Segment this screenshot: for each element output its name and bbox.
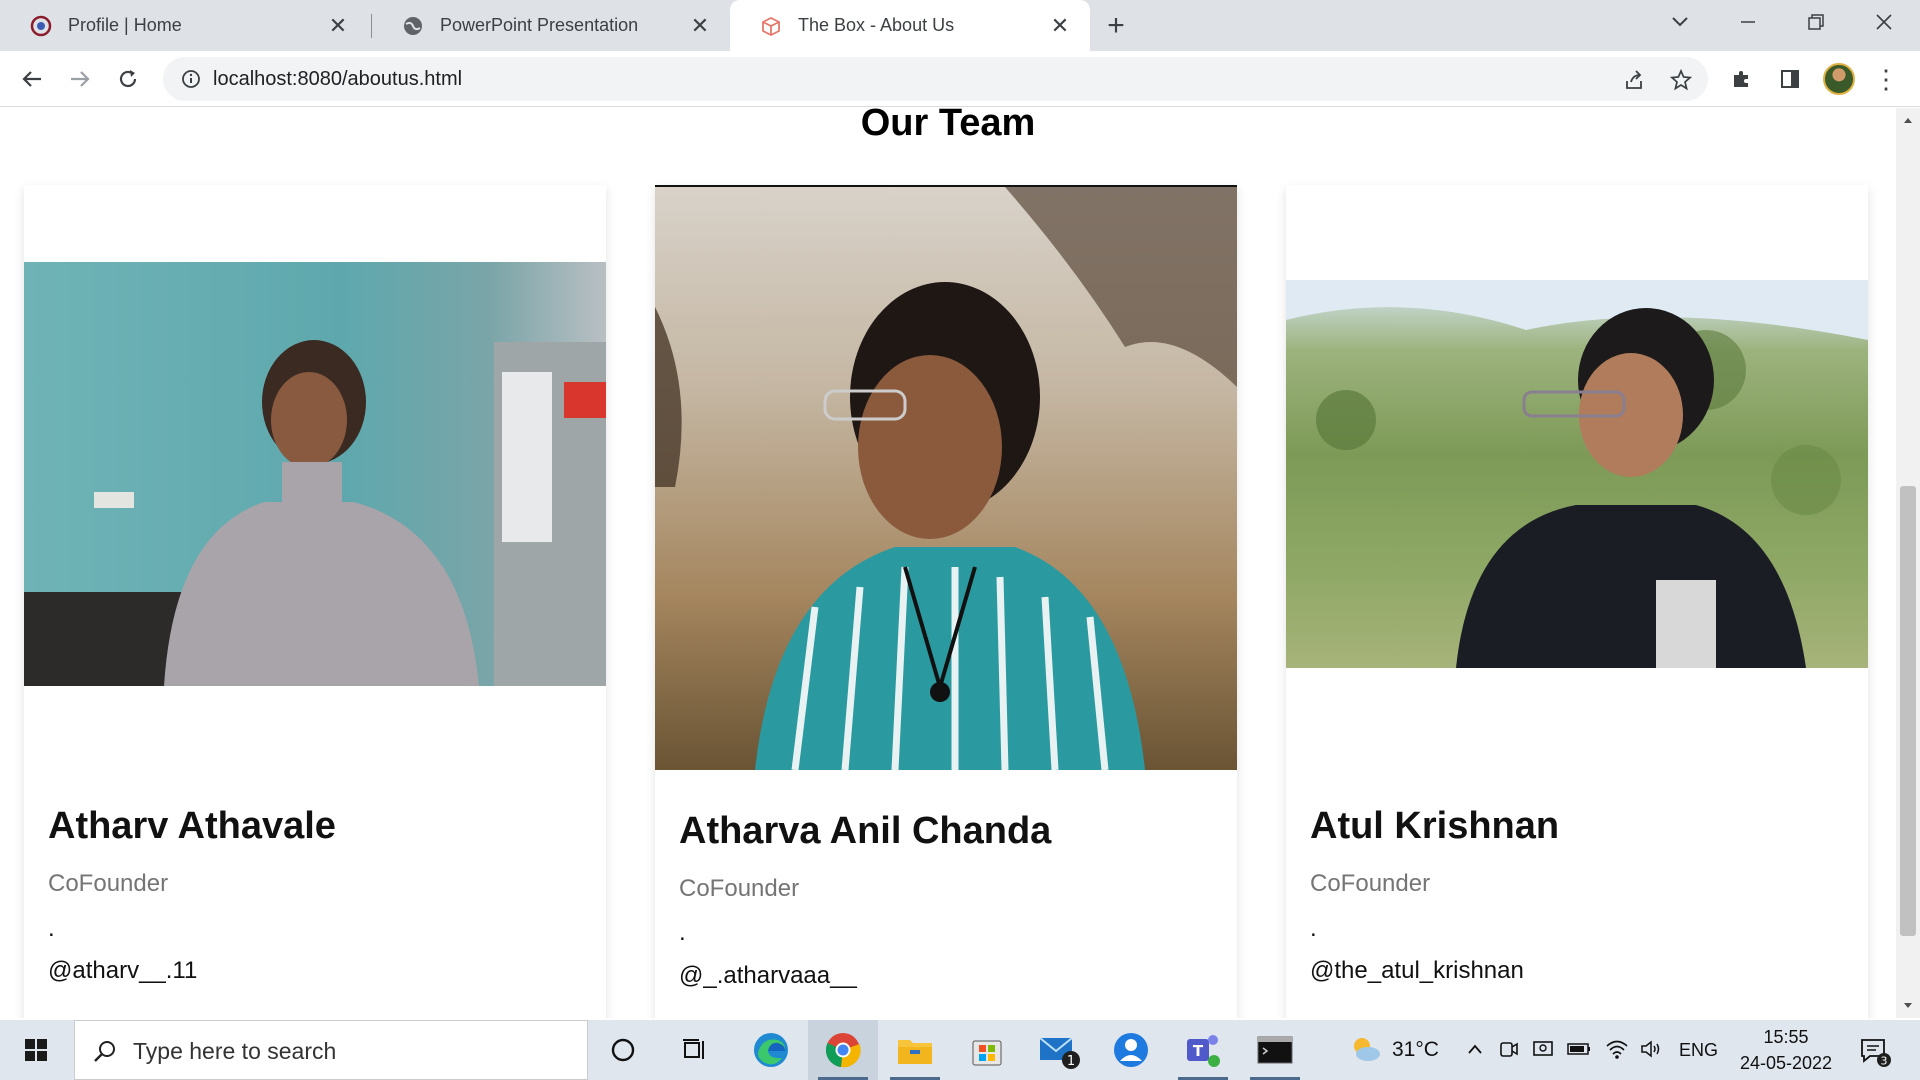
- search-placeholder: Type here to search: [133, 1038, 337, 1064]
- clock-time: 15:55: [1763, 1027, 1809, 1047]
- scroll-up-arrow-icon[interactable]: [1896, 108, 1920, 132]
- chrome-icon[interactable]: [808, 1020, 878, 1080]
- member-name: Atharv Athavale: [48, 805, 336, 847]
- azure-app-icon[interactable]: [1096, 1020, 1166, 1080]
- site-info-icon[interactable]: [179, 67, 203, 91]
- tab-title: Profile | Home: [68, 15, 182, 35]
- tab-title: PowerPoint Presentation: [440, 15, 639, 35]
- search-icon: [91, 1037, 119, 1065]
- wifi-icon[interactable]: [1604, 1036, 1630, 1062]
- member-separator: .: [679, 919, 686, 946]
- weather-partly-cloudy-icon[interactable]: [1348, 1036, 1384, 1062]
- minimize-icon[interactable]: [1714, 0, 1782, 44]
- mail-icon[interactable]: 1: [1024, 1020, 1094, 1080]
- scroll-thumb[interactable]: [1900, 486, 1916, 936]
- box-icon: [760, 15, 782, 37]
- page-title: Our Team: [860, 108, 1036, 144]
- windows-taskbar: Type here to search 1 T 31°C ENG 15:55 2…: [0, 1020, 1920, 1080]
- reload-icon[interactable]: [112, 63, 144, 95]
- system-clock[interactable]: 15:55 24-05-2022: [1736, 1024, 1836, 1076]
- member-name: Atharva Anil Chanda: [679, 810, 1052, 852]
- team-member-card: Atharv Athavale CoFounder . @atharv__.11: [24, 185, 606, 1018]
- cortana-icon[interactable]: [588, 1020, 658, 1080]
- windows-start-icon[interactable]: [0, 1020, 72, 1080]
- page-scrollbar[interactable]: [1896, 108, 1920, 1018]
- notification-center-icon[interactable]: 3: [1858, 1034, 1892, 1068]
- member-photo: [1286, 280, 1868, 668]
- member-separator: .: [48, 915, 55, 942]
- extensions-puzzle-icon[interactable]: [1726, 63, 1758, 95]
- file-explorer-icon[interactable]: [880, 1020, 950, 1080]
- close-tab-icon[interactable]: ✕: [688, 13, 712, 38]
- address-bar[interactable]: localhost:8080/aboutus.html: [163, 57, 1708, 101]
- input-language[interactable]: ENG: [1679, 1040, 1718, 1061]
- task-view-icon[interactable]: [660, 1020, 730, 1080]
- member-role: CoFounder: [48, 870, 169, 897]
- team-member-card: Atharva Anil Chanda CoFounder . @_.athar…: [655, 185, 1237, 1018]
- notification-count: 3: [1881, 1055, 1888, 1068]
- share-icon[interactable]: [1621, 67, 1647, 93]
- bookmark-star-icon[interactable]: [1668, 67, 1694, 93]
- profile-avatar[interactable]: [1823, 63, 1855, 95]
- close-tab-icon[interactable]: ✕: [1048, 13, 1072, 38]
- more-menu-icon[interactable]: ⋮: [1870, 63, 1902, 95]
- globe-icon: [402, 15, 424, 37]
- tab-title: The Box - About Us: [798, 15, 955, 35]
- terminal-icon[interactable]: [1240, 1020, 1310, 1080]
- taskbar-search-box[interactable]: Type here to search: [74, 1020, 588, 1080]
- close-window-icon[interactable]: [1850, 0, 1918, 44]
- forward-arrow-icon[interactable]: [64, 63, 96, 95]
- member-role: CoFounder: [679, 875, 800, 902]
- edge-browser-icon[interactable]: [736, 1020, 806, 1080]
- team-member-card: Atul Krishnan CoFounder . @the_atul_kris…: [1286, 185, 1868, 1018]
- page-viewport: Our Team Atharv Athavale CoFounder . @at…: [0, 108, 1896, 1018]
- member-handle[interactable]: @_.atharvaaa__: [679, 962, 857, 990]
- scroll-down-arrow-icon[interactable]: [1896, 994, 1920, 1018]
- member-name: Atul Krishnan: [1310, 805, 1560, 847]
- back-arrow-icon[interactable]: [16, 63, 48, 95]
- target-icon: [30, 15, 52, 37]
- member-role: CoFounder: [1310, 870, 1431, 897]
- mail-badge: 1: [1067, 1054, 1075, 1069]
- browser-toolbar: localhost:8080/aboutus.html ⋮: [0, 51, 1920, 107]
- member-handle[interactable]: @the_atul_krishnan: [1310, 957, 1524, 985]
- microsoft-store-icon[interactable]: [952, 1020, 1022, 1080]
- member-photo: [24, 262, 606, 686]
- clock-date: 24-05-2022: [1739, 1053, 1833, 1073]
- member-handle[interactable]: @atharv__.11: [48, 957, 197, 985]
- volume-icon[interactable]: [1638, 1036, 1664, 1062]
- side-panel-icon[interactable]: [1774, 63, 1806, 95]
- close-tab-icon[interactable]: ✕: [326, 13, 350, 38]
- svg-text:T: T: [1193, 1042, 1204, 1060]
- tab-strip: Profile | Home ✕ PowerPoint Presentation…: [0, 0, 1920, 51]
- meet-now-icon[interactable]: [1496, 1036, 1522, 1062]
- tab-search-chevron-icon[interactable]: [1646, 0, 1714, 44]
- restore-icon[interactable]: [1782, 0, 1850, 44]
- url-text[interactable]: localhost:8080/aboutus.html: [213, 68, 462, 91]
- battery-icon[interactable]: [1566, 1036, 1592, 1062]
- display-icon[interactable]: [1530, 1036, 1556, 1062]
- tab-profile-home[interactable]: Profile | Home ✕: [0, 0, 368, 51]
- tab-powerpoint[interactable]: PowerPoint Presentation ✕: [372, 0, 730, 51]
- teams-icon[interactable]: T: [1168, 1020, 1238, 1080]
- new-tab-button[interactable]: +: [1100, 9, 1132, 42]
- member-photo: [655, 187, 1237, 770]
- show-hidden-icons-chevron-icon[interactable]: [1462, 1036, 1488, 1062]
- member-separator: .: [1310, 915, 1317, 942]
- tab-the-box-about-us[interactable]: The Box - About Us ✕: [730, 0, 1090, 51]
- weather-temperature[interactable]: 31°C: [1392, 1038, 1439, 1062]
